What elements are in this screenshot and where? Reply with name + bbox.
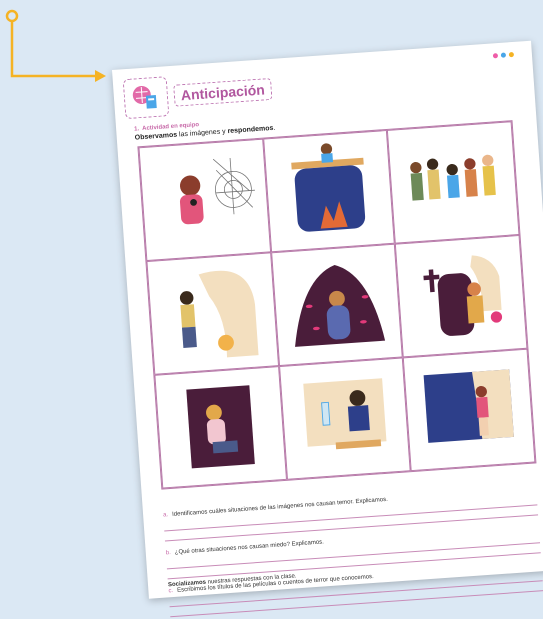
instruction-verb-2: respondemos [227,124,274,136]
answer-line[interactable] [170,590,543,618]
activity-number: 1. [134,126,140,133]
crowd-fear-icon [387,121,520,244]
injection-fear-icon [278,357,412,480]
section-header: Anticipación [122,69,273,120]
question-letter: b. [165,550,172,557]
question-letter: a. [162,512,169,519]
worksheet-page: Anticipación 1. Actividad en equipo Obser… [112,40,543,618]
monster-shadow-fear-icon [146,252,279,375]
question-text: Identificamos cuáles situaciones de las … [171,496,389,518]
pointer-arrow-icon [5,9,106,82]
claustrophobia-fear-icon [154,366,287,489]
spider-web-fear-icon [138,138,271,262]
dark-eyes-fear-icon [270,243,404,367]
instruction-mid: las imágenes y [176,128,228,139]
instruction-end: . [273,124,276,132]
question-letter: c. [168,588,174,595]
dots-decoration-icon [492,51,515,59]
section-title: Anticipación [173,77,273,107]
instruction-verb-1: Observamos [134,131,178,142]
image-grid [137,120,537,490]
questions: a. Identificamos cuáles situaciones de la… [162,477,543,618]
heights-fear-icon [403,348,536,472]
graveyard-fear-icon [395,234,528,358]
question-text: ¿Qué otras situaciones nos causan miedo?… [174,539,325,556]
diving-board-fear-icon [262,129,396,253]
anticipation-logo-icon [122,76,170,120]
